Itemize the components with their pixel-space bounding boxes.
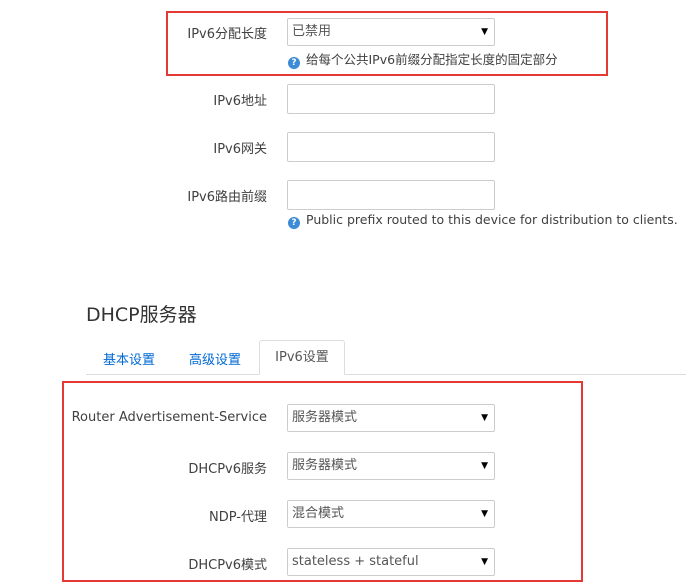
tab-advanced[interactable]: 高级设置 — [189, 349, 241, 368]
dhcpv6-service-value: 服务器模式 — [292, 458, 358, 473]
ipv6-prefix-hint-text: Public prefix routed to this device for … — [306, 212, 678, 227]
dhcpv6-mode-select[interactable]: stateless + stateful ▼ — [287, 548, 495, 576]
ipv6-prefix-hint: ? Public prefix routed to this device for… — [288, 212, 678, 229]
dropdown-arrow-icon: ▼ — [481, 509, 488, 519]
ndp-proxy-value: 混合模式 — [292, 506, 345, 521]
tab-basic[interactable]: 基本设置 — [103, 349, 155, 368]
dhcpv6-service-select[interactable]: 服务器模式 ▼ — [287, 452, 495, 480]
dropdown-arrow-icon: ▼ — [481, 461, 488, 471]
ipv6-assign-hint: ? 给每个公共IPv6前缀分配指定长度的固定部分 — [288, 49, 558, 69]
ipv6-assign-select[interactable]: 已禁用 ▼ — [287, 18, 495, 46]
ipv6-prefix-input[interactable] — [287, 180, 495, 210]
ndp-proxy-label: NDP-代理 — [209, 510, 267, 525]
ipv6-prefix-label: IPv6路由前缀 — [187, 190, 267, 205]
tab-bar-divider — [86, 374, 686, 375]
dhcpv6-mode-label: DHCPv6模式 — [188, 558, 267, 573]
ipv6-assign-hint-text: 给每个公共IPv6前缀分配指定长度的固定部分 — [306, 52, 558, 67]
help-circle-icon: ? — [288, 217, 300, 229]
tab-ipv6[interactable]: IPv6设置 — [259, 340, 345, 375]
section-title: DHCP服务器 — [86, 304, 197, 326]
ra-service-select[interactable]: 服务器模式 ▼ — [287, 404, 495, 432]
ra-service-value: 服务器模式 — [292, 410, 358, 425]
dropdown-arrow-icon: ▼ — [481, 27, 488, 37]
ndp-proxy-select[interactable]: 混合模式 ▼ — [287, 500, 495, 528]
ipv6-gateway-input[interactable] — [287, 132, 495, 162]
dropdown-arrow-icon: ▼ — [481, 557, 488, 567]
dhcpv6-mode-value: stateless + stateful — [292, 554, 419, 569]
ipv6-address-input[interactable] — [287, 84, 495, 114]
ipv6-gateway-label: IPv6网关 — [213, 142, 267, 157]
ipv6-address-label: IPv6地址 — [213, 94, 267, 109]
help-circle-icon: ? — [288, 57, 300, 69]
ipv6-assign-label: IPv6分配长度 — [187, 27, 267, 42]
ipv6-assign-value: 已禁用 — [292, 24, 332, 39]
dhcpv6-service-label: DHCPv6服务 — [188, 462, 267, 477]
dropdown-arrow-icon: ▼ — [481, 413, 488, 423]
ra-service-label: Router Advertisement-Service — [71, 410, 267, 425]
